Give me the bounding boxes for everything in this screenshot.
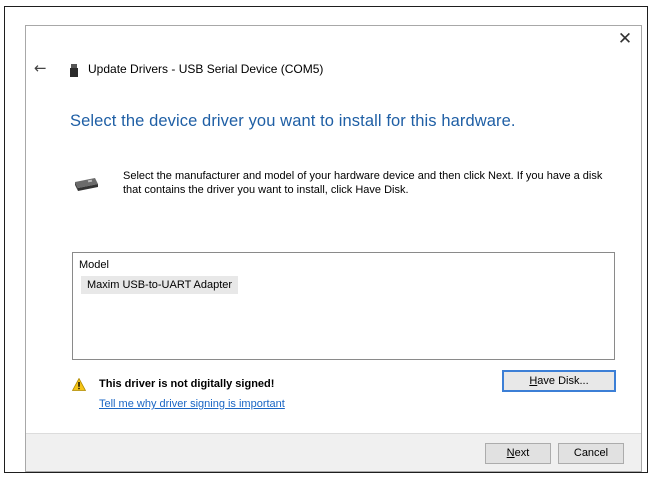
have-disk-button[interactable]: Have Disk...	[502, 370, 616, 392]
update-drivers-dialog: ✕ ← Update Drivers - USB Serial Device (…	[25, 25, 642, 472]
hardware-device-icon	[75, 178, 98, 191]
close-button[interactable]: ✕	[615, 30, 635, 48]
instructions-text: Select the manufacturer and model of you…	[123, 170, 603, 196]
dialog-footer: Next Cancel	[26, 433, 641, 471]
window-title: Update Drivers - USB Serial Device (COM5…	[88, 62, 324, 76]
unsigned-driver-warning: This driver is not digitally signed!	[99, 378, 275, 390]
model-list-item[interactable]: Maxim USB-to-UART Adapter	[81, 276, 239, 294]
warning-icon	[72, 378, 86, 391]
next-button[interactable]: Next	[485, 443, 551, 464]
close-icon: ✕	[617, 29, 633, 49]
usb-device-icon	[70, 64, 78, 77]
back-arrow-icon: ←	[34, 59, 47, 77]
driver-signing-info-link[interactable]: Tell me why driver signing is important	[99, 398, 285, 410]
back-button[interactable]: ←	[34, 60, 47, 76]
model-list[interactable]: Model Maxim USB-to-UART Adapter	[72, 252, 615, 360]
page-heading: Select the device driver you want to ins…	[70, 112, 516, 130]
cancel-button[interactable]: Cancel	[558, 443, 624, 464]
screenshot-frame: ✕ ← Update Drivers - USB Serial Device (…	[4, 6, 648, 473]
model-column-header: Model	[79, 259, 109, 271]
